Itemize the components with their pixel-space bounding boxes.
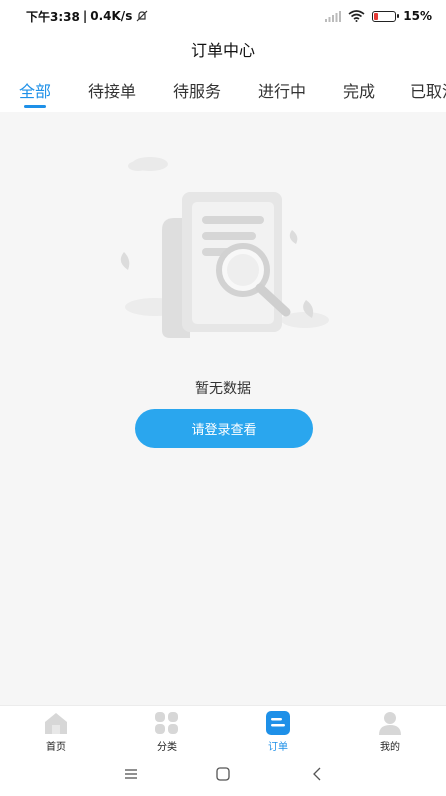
home-button-icon[interactable] (213, 765, 233, 783)
wifi-icon (348, 10, 365, 22)
login-to-view-button[interactable]: 请登录查看 (135, 409, 313, 448)
nav-orders[interactable]: 订单 (238, 710, 318, 754)
menu-icon[interactable] (121, 765, 141, 783)
status-left: 下午3:38 | 0.4K/s (26, 8, 149, 25)
profile-icon (379, 712, 401, 735)
status-divider: | (82, 9, 88, 23)
active-tab-indicator (24, 105, 46, 108)
nav-label: 分类 (157, 742, 177, 753)
tab-cancelled[interactable]: 已取消 (410, 78, 446, 112)
tab-label: 待服务 (172, 82, 221, 101)
signal-icon (325, 10, 342, 22)
tab-completed[interactable]: 完成 (341, 78, 377, 112)
app-screen: 下午3:38 | 0.4K/s 15% 订单中心 全部 待接单 待服务 进行中 … (0, 0, 446, 796)
tab-label: 完成 (342, 82, 375, 101)
order-list-area: 暂无数据 请登录查看 (0, 112, 446, 705)
empty-message: 暂无数据 (195, 381, 251, 397)
page-title: 订单中心 (0, 32, 446, 66)
nav-category[interactable]: 分类 (127, 710, 207, 754)
status-right: 15% (325, 9, 432, 23)
status-net-speed: 0.4K/s (90, 9, 133, 23)
battery-percent: 15% (403, 9, 432, 23)
bottom-navigation: 首页 分类 订单 我的 (0, 705, 446, 753)
nav-label: 我的 (380, 742, 400, 753)
home-icon (45, 713, 67, 734)
order-icon (266, 711, 290, 735)
tab-in-progress[interactable]: 进行中 (256, 78, 308, 112)
tab-label: 全部 (18, 82, 51, 101)
tab-all[interactable]: 全部 (17, 78, 53, 112)
document-search-icon (120, 157, 329, 338)
nav-profile[interactable]: 我的 (350, 710, 430, 754)
system-navigation-bar (0, 753, 446, 796)
tab-label: 已取消 (410, 82, 446, 101)
tab-label: 待接单 (87, 82, 136, 101)
nav-label: 首页 (46, 742, 66, 753)
status-time: 下午3:38 (26, 9, 80, 24)
nav-home[interactable]: 首页 (16, 710, 96, 754)
tab-pending-service[interactable]: 待服务 (171, 78, 223, 112)
status-bar: 下午3:38 | 0.4K/s 15% (0, 0, 446, 32)
nav-label: 订单 (268, 742, 288, 753)
back-icon[interactable] (307, 765, 327, 783)
order-status-tabs: 全部 待接单 待服务 进行中 完成 已取消 (0, 66, 446, 112)
tab-label: 进行中 (257, 82, 306, 101)
grid-icon (155, 712, 178, 734)
mute-icon (136, 10, 148, 22)
tab-pending-accept[interactable]: 待接单 (86, 78, 138, 112)
battery-icon (372, 10, 400, 22)
